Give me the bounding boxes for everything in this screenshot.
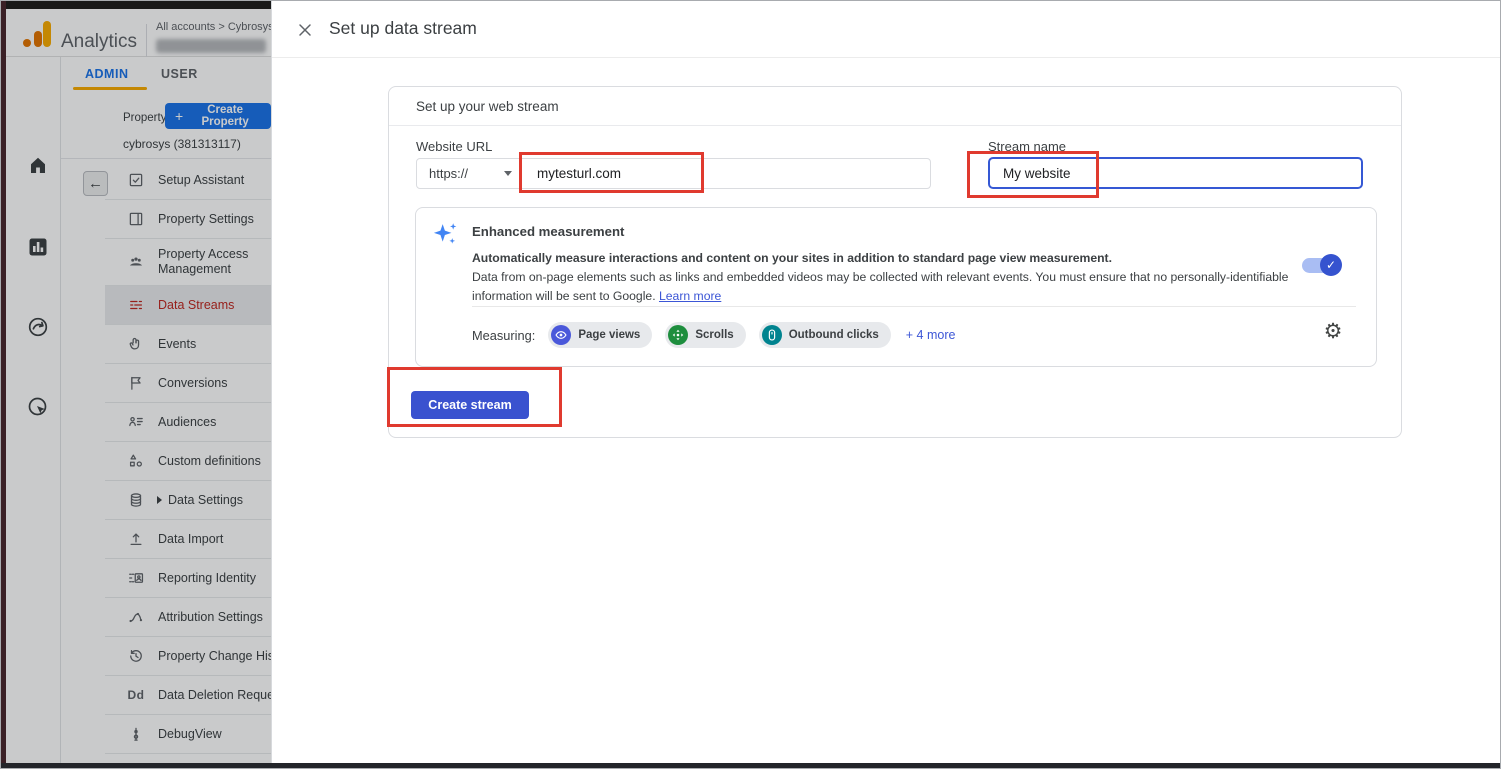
panel-header: Set up data stream (272, 1, 1501, 58)
modal-scrim[interactable] (1, 1, 271, 769)
close-icon[interactable] (295, 20, 315, 40)
scroll-icon (668, 325, 688, 345)
admin-background: Analytics All accounts > CybrosysOd ⚙ AD… (1, 1, 271, 769)
more-measurements-link[interactable]: + 4 more (906, 328, 956, 342)
screenshot-root: Analytics All accounts > CybrosysOd ⚙ AD… (0, 0, 1501, 769)
enhanced-measurement-title: Enhanced measurement (472, 224, 624, 239)
website-url-label: Website URL (416, 139, 492, 154)
chevron-down-icon[interactable] (504, 171, 512, 176)
card-divider (389, 125, 1401, 126)
gear-icon[interactable]: ⚙ (1321, 320, 1345, 344)
measuring-row: Measuring: Page views Scrolls Outbound cli… (472, 322, 955, 348)
window-bottom-edge (1, 763, 1501, 769)
mouse-icon (762, 325, 782, 345)
chip-label: Scrolls (695, 329, 733, 341)
annotation-box-create-stream (387, 367, 562, 427)
window-top-edge (1, 1, 271, 9)
measuring-chip-page-views[interactable]: Page views (548, 322, 652, 348)
annotation-box-website-url (519, 152, 704, 193)
card-title: Set up your web stream (416, 99, 559, 114)
measuring-chip-outbound-clicks[interactable]: Outbound clicks (759, 322, 891, 348)
annotation-box-stream-name (967, 151, 1099, 198)
chip-label: Page views (578, 329, 640, 341)
measuring-chip-scrolls[interactable]: Scrolls (665, 322, 745, 348)
eye-icon (551, 325, 571, 345)
window-left-edge (1, 1, 6, 769)
enhanced-measurement-description: Automatically measure interactions and c… (472, 249, 1296, 306)
enhanced-box-divider (472, 306, 1356, 307)
sparkle-icon (431, 220, 459, 248)
chip-label: Outbound clicks (789, 329, 879, 341)
protocol-select[interactable]: https:// (429, 166, 468, 181)
enhanced-measurement-box: Enhanced measurement Automatically measu… (415, 207, 1377, 367)
learn-more-link[interactable]: Learn more (659, 289, 721, 303)
panel-title: Set up data stream (329, 18, 477, 39)
toggle-check-icon: ✓ (1320, 254, 1342, 276)
measuring-label: Measuring: (472, 328, 535, 343)
enhanced-measurement-toggle[interactable]: ✓ (1302, 254, 1344, 276)
